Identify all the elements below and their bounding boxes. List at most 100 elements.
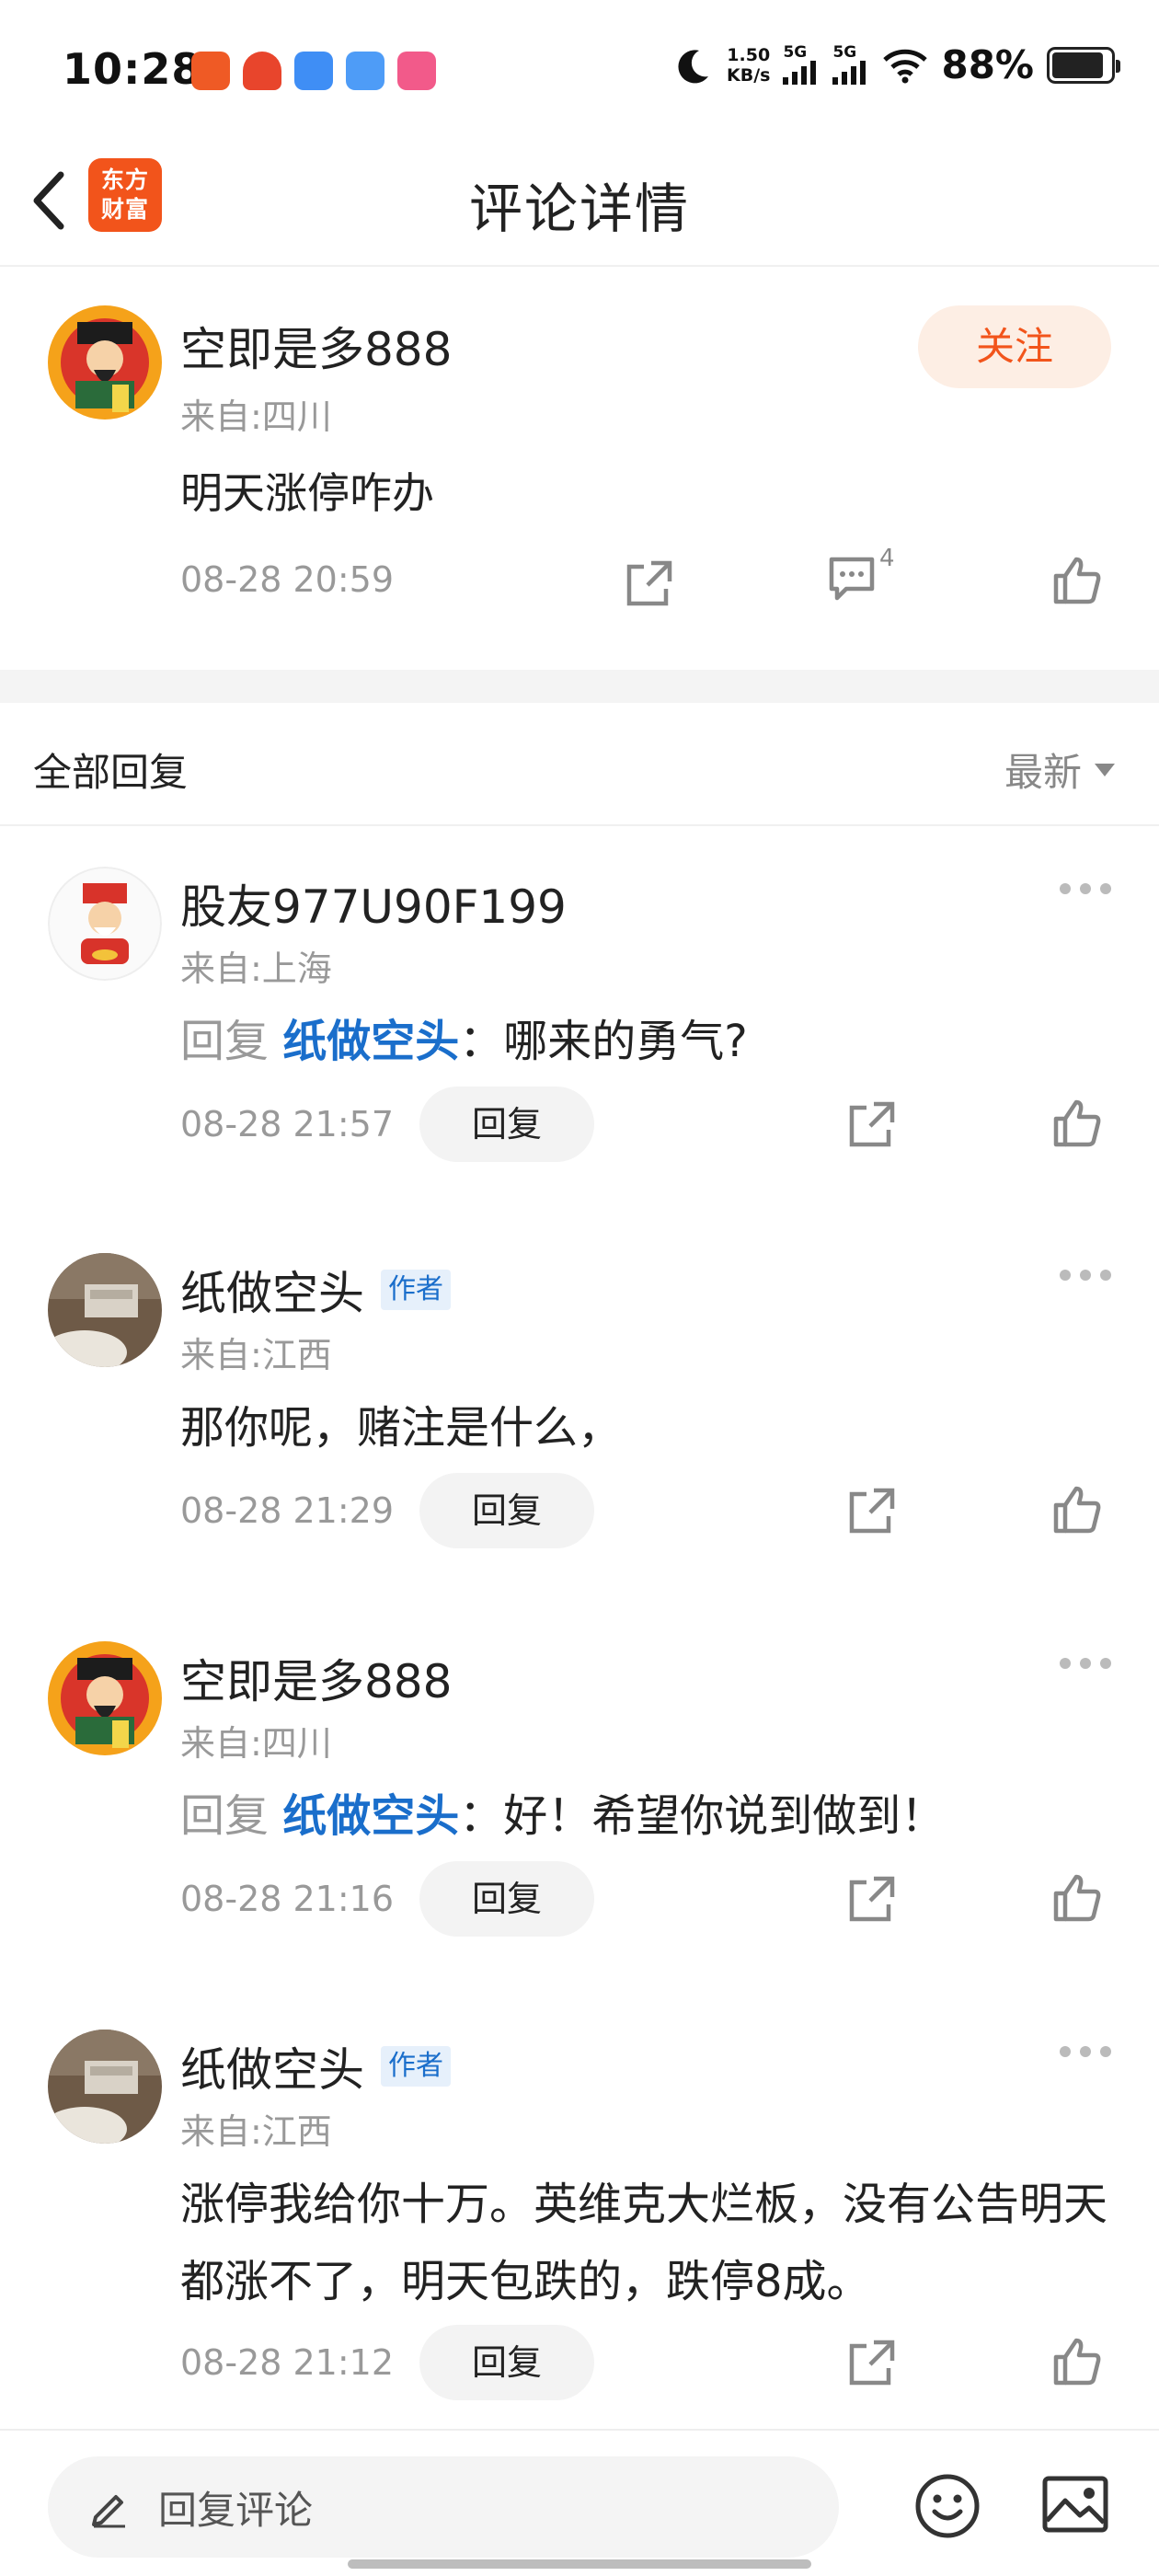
thumbs-up-icon [1053,1099,1101,1147]
reply-text: 回复 纸做空头：好！希望你说到做到！ [180,1790,946,1842]
reply-username[interactable]: 纸做空头 作者 [180,1257,451,1323]
status-time: 10:28 [63,44,202,94]
sort-label: 最新 [1004,750,1082,795]
smiley-icon [915,2474,980,2538]
bottom-bar: 回复评论 [0,2429,1159,2576]
avatar[interactable] [48,2030,162,2144]
follow-button[interactable]: 关注 [918,305,1111,388]
share-button[interactable] [846,1485,898,1540]
reply-meta: 08-28 21:16 回复 [180,1860,594,1938]
status-app-icons [191,52,436,90]
page-title: 评论详情 [468,178,690,240]
more-options-button[interactable] [1060,1270,1111,1288]
pencil-icon [92,2495,125,2528]
reply-username[interactable]: 股友977U90F199 [180,870,567,937]
more-options-button[interactable] [1060,883,1111,902]
thumbs-up-icon [1053,1874,1101,1922]
like-button[interactable] [1050,1097,1104,1154]
reply-username[interactable]: 空即是多888 [180,1645,452,1711]
battery-percent: 88% [941,42,1034,87]
reply-username[interactable]: 纸做空头 作者 [180,2033,451,2099]
more-options-button[interactable] [1060,1658,1111,1676]
nav-bar: 东方 财富 评论详情 [0,138,1159,267]
mention-link[interactable]: 纸做空头 [282,1016,459,1067]
thumbs-up-icon [1053,1486,1101,1534]
caret-down-icon [1095,763,1115,776]
signal-5g-2: 5G [832,45,869,85]
net-speed: 1.50 KB/s [727,44,771,86]
status-bar: 10:28 1.50 KB/s 5G 5G 88% [0,0,1159,138]
reply-time: 08-28 21:16 [180,1879,395,1919]
avatar[interactable] [48,1253,162,1367]
share-icon [849,1488,895,1534]
comment-button[interactable] [826,552,878,607]
image-icon [1042,2476,1108,2533]
replies-header: 全部回复 最新 [0,703,1159,826]
reply-time: 08-28 21:12 [180,2342,395,2383]
reply-text: 回复 纸做空头：哪来的勇气? [180,1016,748,1067]
reply-meta: 08-28 21:12 回复 [180,2324,594,2401]
post-time: 08-28 20:59 [180,559,395,600]
avatar[interactable] [48,1641,162,1755]
separator: ： [459,1016,504,1067]
share-button[interactable] [846,1098,898,1154]
post-username[interactable]: 空即是多888 [180,313,452,379]
reply-time: 08-28 21:29 [180,1490,395,1531]
author-badge: 作者 [381,2046,451,2087]
main-comment: 空即是多888 来自:四川 明天涨停咋办 08-28 20:59 关注 4 [0,267,1159,670]
reply-meta: 08-28 21:29 回复 [180,1472,594,1549]
signal-5g-1: 5G [783,45,820,85]
reply-prefix: 回复 [180,1790,283,1842]
all-replies-title: 全部回复 [33,750,189,795]
reply-button[interactable]: 回复 [419,1087,594,1162]
reply-location: 来自:上海 [180,949,332,989]
reply-button[interactable]: 回复 [419,1473,594,1548]
reply-item: 股友977U90F199 来自:上海 回复 纸做空头：哪来的勇气? 08-28 … [0,867,1159,1170]
notification-app-icon [191,52,230,90]
battery-icon [1047,46,1120,84]
reply-item: 空即是多888 来自:四川 回复 纸做空头：好！希望你说到做到！ 08-28 2… [0,1641,1159,1945]
reply-item: 纸做空头 作者 来自:江西 那你呢，赌注是什么， 08-28 21:29 回复 [0,1253,1159,1557]
share-icon [849,2340,895,2386]
emoji-button[interactable] [912,2471,982,2545]
reply-text: 涨停我给你十万。英维克大烂板，没有公告明天都涨不了，明天包跌的，跌停8成。 [180,2179,1108,2307]
reply-meta: 08-28 21:57 回复 [180,1086,594,1163]
wifi-icon [883,49,928,83]
reply-input[interactable]: 回复评论 [48,2456,839,2558]
reply-text: 那你呢，赌注是什么， [180,1402,623,1454]
notification-app-icon [243,52,281,90]
section-divider [0,670,1159,703]
share-icon [849,1101,895,1147]
avatar[interactable] [48,305,162,420]
share-button[interactable] [846,2337,898,2392]
thumbs-up-icon [1053,2338,1101,2386]
signal-bars-icon [783,61,817,85]
avatar[interactable] [48,867,162,981]
reply-button[interactable]: 回复 [419,2325,594,2400]
reply-button[interactable]: 回复 [419,1861,594,1937]
like-button[interactable] [1050,1871,1104,1928]
sort-dropdown[interactable]: 最新 [1004,742,1115,798]
battery-fill [1052,52,1103,78]
share-icon [626,560,672,606]
reply-time: 08-28 21:57 [180,1104,395,1144]
separator: ： [459,1790,504,1842]
home-indicator[interactable] [348,2559,811,2569]
mention-link[interactable]: 纸做空头 [282,1790,459,1842]
reply-location: 来自:江西 [180,1335,332,1375]
like-button[interactable] [1050,554,1104,611]
like-button[interactable] [1050,2335,1104,2392]
share-button[interactable] [624,558,675,613]
reply-location: 来自:江西 [180,2111,332,2152]
post-location: 来自:四川 [180,397,332,437]
post-text: 明天涨停咋办 [180,468,434,518]
like-button[interactable] [1050,1483,1104,1540]
more-options-button[interactable] [1060,2046,1111,2064]
comment-icon [829,557,875,601]
notification-app-icon [346,52,384,90]
share-icon [849,1876,895,1922]
signal-bars-icon [832,61,866,85]
notification-app-icon [397,52,436,90]
image-button[interactable] [1041,2473,1109,2541]
share-button[interactable] [846,1873,898,1928]
